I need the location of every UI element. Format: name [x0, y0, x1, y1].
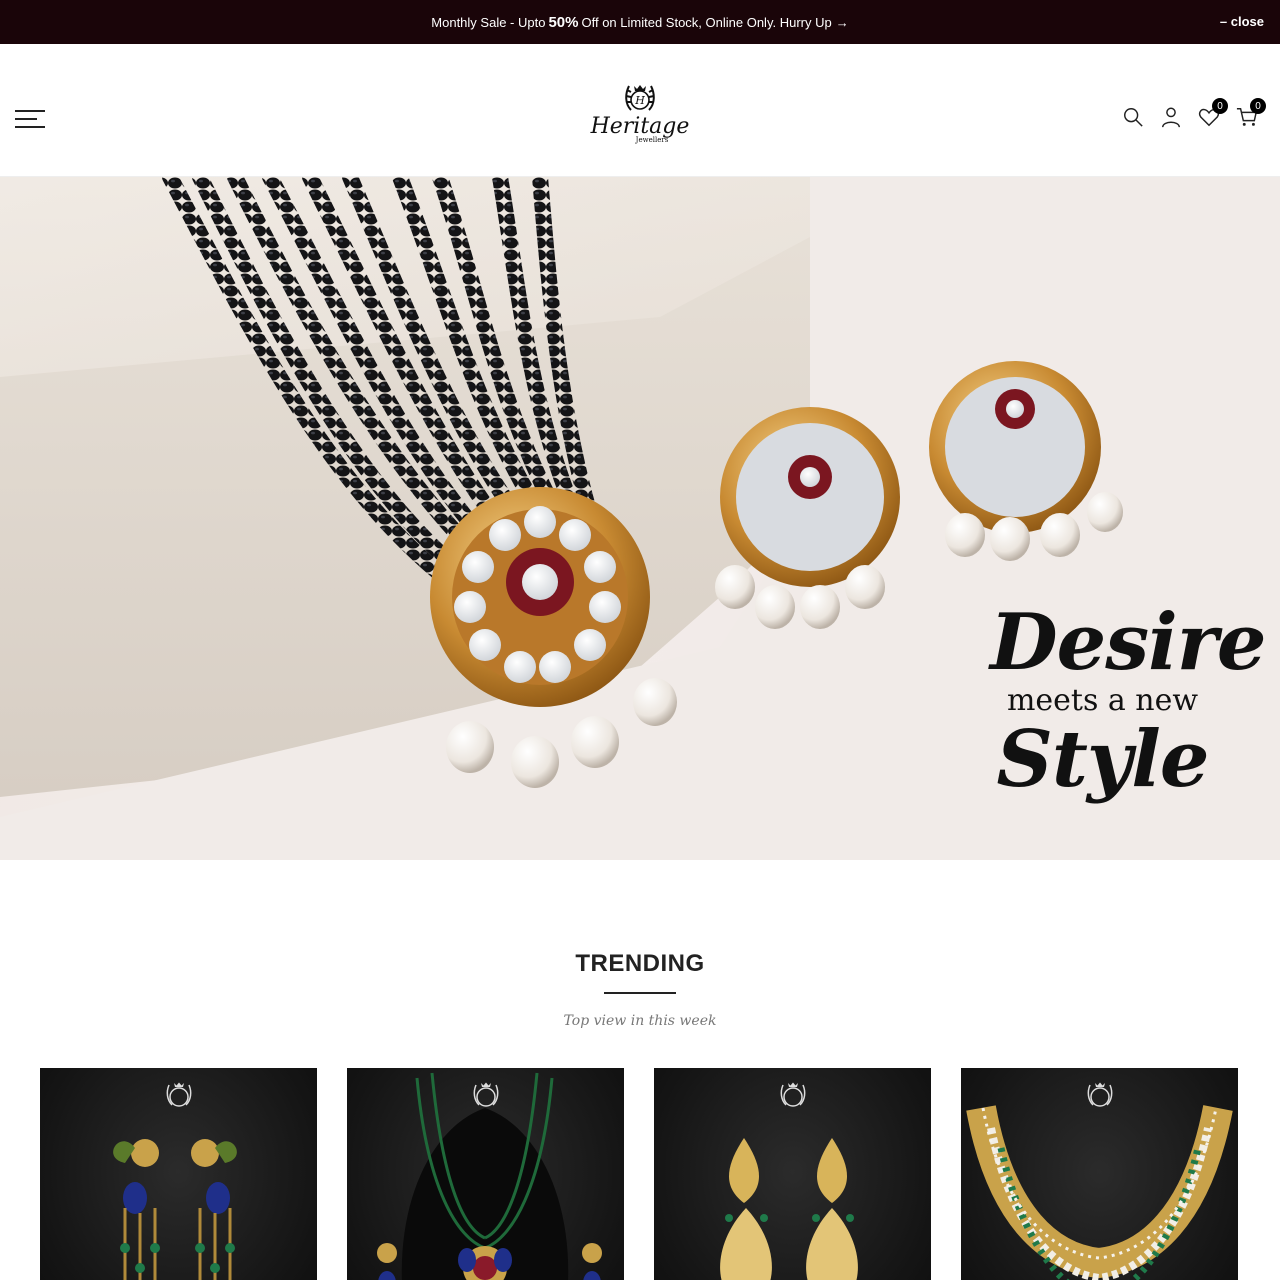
site-header: H Heritage Jewellers 0 0	[0, 44, 1280, 177]
product-card[interactable]	[961, 1068, 1238, 1280]
product-grid	[40, 1068, 1240, 1280]
logo-crest-icon: H	[625, 85, 655, 111]
announcement-bar: Monthly Sale - Upto 50% Off on Limited S…	[0, 0, 1280, 44]
section-title: TRENDING	[575, 950, 705, 977]
watermark-logo-icon	[1087, 1082, 1113, 1107]
site-logo[interactable]: H Heritage Jewellers	[590, 82, 690, 158]
announcement-message[interactable]: Monthly Sale - Upto 50% Off on Limited S…	[431, 14, 848, 31]
watermark-logo-icon	[780, 1082, 806, 1107]
svg-text:H: H	[634, 94, 645, 107]
watermark-logo-icon	[166, 1082, 192, 1107]
account-icon[interactable]	[1160, 105, 1182, 129]
hero-banner[interactable]: Desire meets a new Style	[0, 177, 1280, 860]
hero-headline: Desire meets a new Style	[990, 597, 1267, 805]
section-divider	[604, 992, 676, 994]
search-icon[interactable]	[1122, 105, 1144, 129]
trending-section: TRENDING Top view in this week	[0, 950, 1280, 1029]
wishlist-icon[interactable]: 0	[1198, 98, 1228, 129]
hero-line-3: Style	[996, 714, 1210, 805]
cart-icon[interactable]: 0	[1236, 98, 1266, 129]
hamburger-icon[interactable]	[15, 110, 45, 130]
section-subtitle: Top view in this week	[563, 1013, 717, 1029]
product-card[interactable]	[654, 1068, 931, 1280]
wishlist-count-badge: 0	[1212, 98, 1228, 114]
cart-count-badge: 0	[1250, 98, 1266, 114]
watermark-logo-icon	[473, 1082, 499, 1107]
hero-line-2: meets a new	[1006, 683, 1199, 718]
announcement-highlight: 50%	[548, 13, 579, 31]
announcement-close-button[interactable]: – close	[1220, 14, 1264, 29]
product-card[interactable]	[40, 1068, 317, 1280]
product-card[interactable]	[347, 1068, 624, 1280]
header-icons: 0 0	[1122, 98, 1266, 129]
logo-brand-text: Heritage	[590, 114, 690, 139]
arrow-right-icon: →	[835, 14, 849, 30]
announcement-text-before: Monthly Sale - Upto	[431, 14, 546, 30]
announcement-text-after: Off on Limited Stock, Online Only. Hurry…	[581, 14, 832, 30]
hero-line-1: Desire	[990, 597, 1267, 688]
